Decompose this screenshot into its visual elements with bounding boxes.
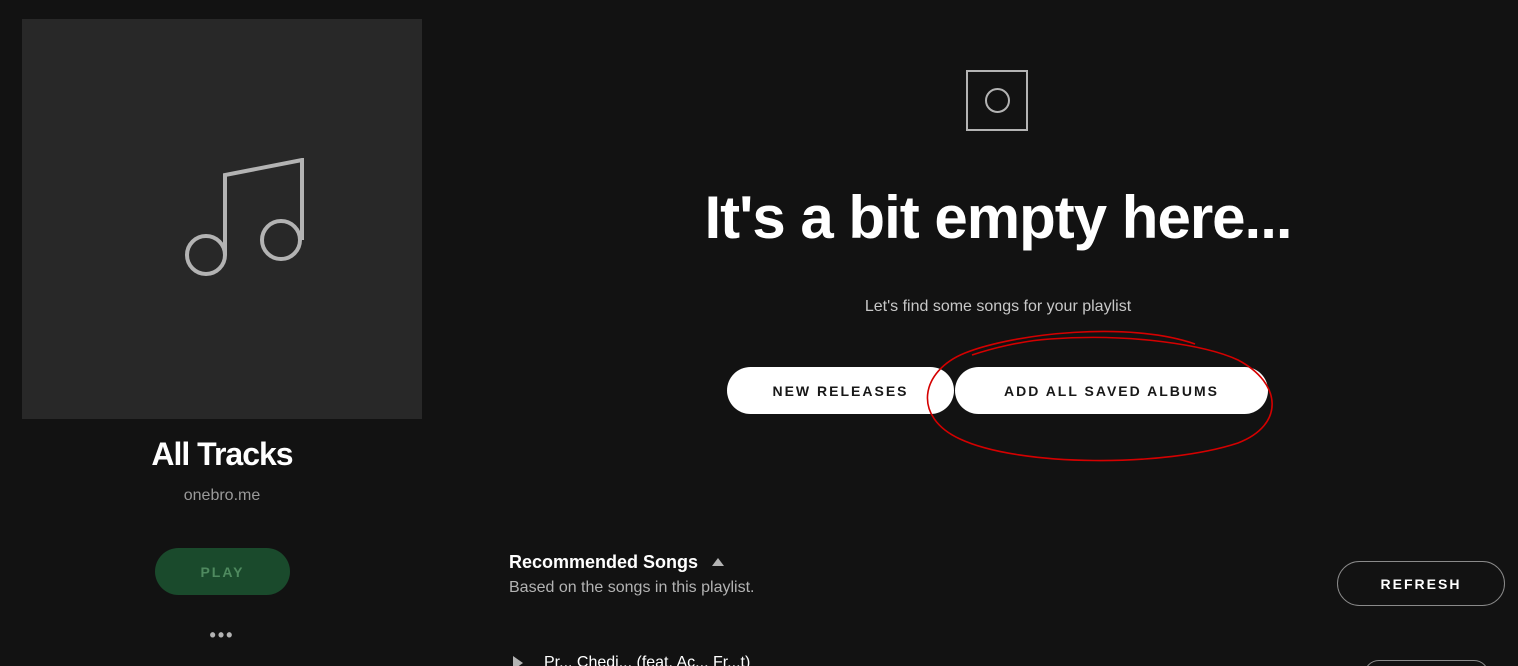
track-title: Pr... Chedi... (feat. Ac... Fr...t) xyxy=(544,654,751,666)
empty-state-heading: It's a bit empty here... xyxy=(704,184,1292,251)
add-track-button[interactable] xyxy=(1364,660,1489,666)
playlist-page: All Tracks onebro.me PLAY ••• It's a bit… xyxy=(0,0,1518,666)
playlist-cover[interactable] xyxy=(22,19,422,419)
playlist-owner-link[interactable]: onebro.me xyxy=(22,487,422,505)
add-all-saved-albums-button[interactable]: ADD ALL SAVED ALBUMS xyxy=(955,367,1268,414)
new-releases-button[interactable]: NEW RELEASES xyxy=(727,367,954,414)
music-note-icon xyxy=(185,158,304,276)
playlist-title: All Tracks xyxy=(151,436,293,472)
play-button[interactable]: PLAY xyxy=(155,548,290,595)
play-track-icon[interactable] xyxy=(513,656,523,666)
recommended-songs-subtitle: Based on the songs in this playlist. xyxy=(509,579,755,596)
more-options-button[interactable]: ••• xyxy=(200,622,244,648)
empty-playlist-icon xyxy=(966,70,1028,131)
circle-icon xyxy=(984,88,1010,113)
recommended-songs-header[interactable]: Recommended Songs xyxy=(509,552,725,573)
refresh-button[interactable]: REFRESH xyxy=(1337,561,1505,606)
recommended-songs-title: Recommended Songs xyxy=(509,552,699,572)
collapse-caret-icon[interactable] xyxy=(712,557,725,566)
recommended-track-row[interactable]: Pr... Chedi... (feat. Ac... Fr...t) xyxy=(509,654,1509,666)
empty-state-subheading: Let's find some songs for your playlist xyxy=(864,298,1132,315)
